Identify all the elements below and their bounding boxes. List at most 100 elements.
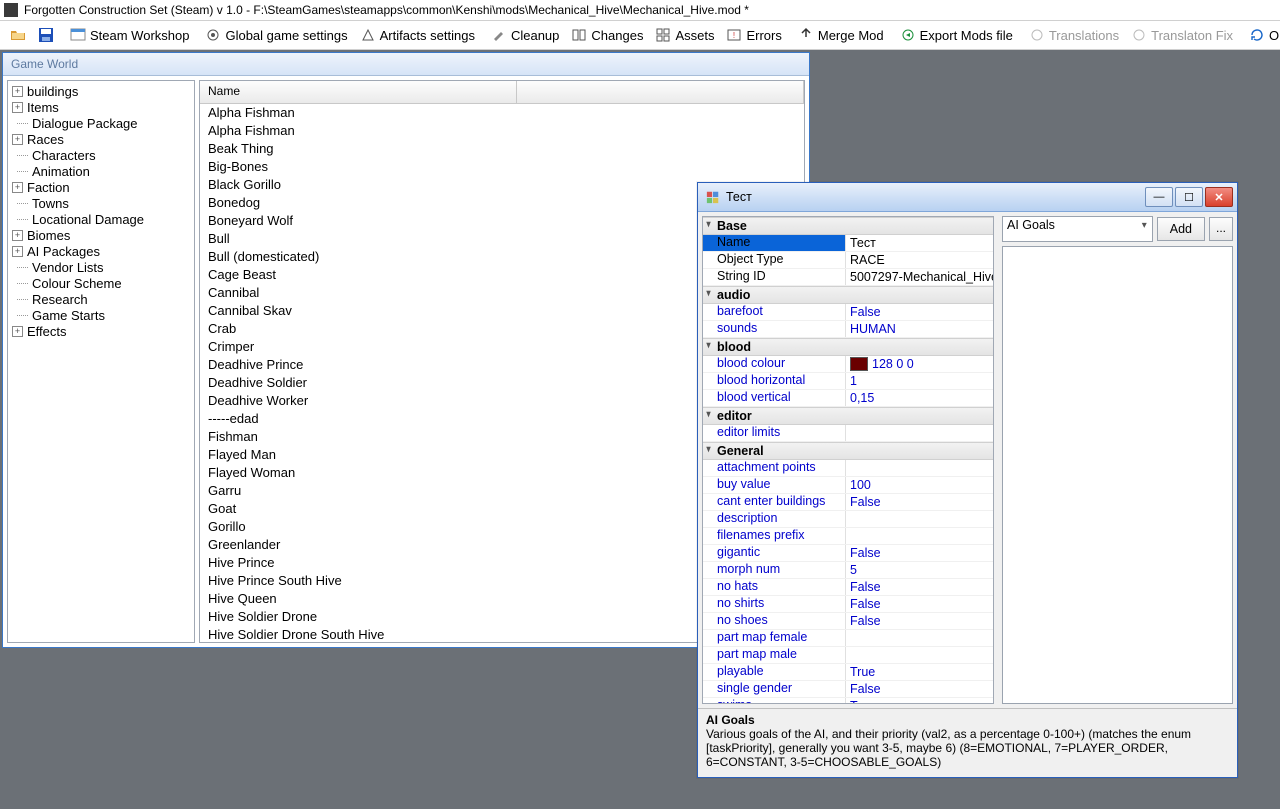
merge-mod-button[interactable]: Merge Mod — [792, 21, 890, 49]
tree-item[interactable]: +Items — [8, 99, 194, 115]
expand-icon[interactable]: + — [12, 230, 23, 241]
property-value[interactable]: HUMAN — [846, 321, 993, 337]
property-grid[interactable]: BaseNameТестObject TypeRACEString ID5007… — [702, 216, 994, 704]
property-row[interactable]: cant enter buildingsFalse — [703, 494, 993, 511]
property-value[interactable]: True — [846, 664, 993, 680]
expand-icon[interactable]: + — [12, 182, 23, 193]
tree-item[interactable]: Dialogue Package — [8, 115, 194, 131]
maximize-button[interactable]: ☐ — [1175, 187, 1203, 207]
steam-workshop-button[interactable]: Steam Workshop — [64, 21, 195, 49]
tree-item[interactable]: Game Starts — [8, 307, 194, 323]
property-row[interactable]: soundsHUMAN — [703, 321, 993, 338]
add-reference-button[interactable]: Add — [1157, 217, 1205, 241]
property-value[interactable]: False — [846, 579, 993, 595]
property-value[interactable] — [846, 425, 993, 441]
property-value[interactable]: False — [846, 545, 993, 561]
property-row[interactable]: attachment points — [703, 460, 993, 477]
tree-item[interactable]: +Biomes — [8, 227, 194, 243]
property-value[interactable]: 5007297-Mechanical_Hive.mod — [846, 269, 993, 285]
property-value[interactable]: 0,15 — [846, 390, 993, 406]
expand-icon[interactable]: + — [12, 86, 23, 97]
translation-fix-button[interactable]: Translaton Fix — [1125, 21, 1239, 49]
property-row[interactable]: no shirtsFalse — [703, 596, 993, 613]
property-row[interactable]: morph num5 — [703, 562, 993, 579]
category-tree[interactable]: +buildings+ItemsDialogue Package+RacesCh… — [7, 80, 195, 643]
export-mods-button[interactable]: Export Mods file — [894, 21, 1019, 49]
game-world-titlebar[interactable]: Game World — [3, 53, 809, 76]
tree-item[interactable]: Vendor Lists — [8, 259, 194, 275]
property-value[interactable]: False — [846, 494, 993, 510]
expand-icon[interactable]: + — [12, 246, 23, 257]
cleanup-button[interactable]: Cleanup — [485, 21, 565, 49]
property-value[interactable] — [846, 460, 993, 476]
property-row[interactable]: Object TypeRACE — [703, 252, 993, 269]
reference-list[interactable] — [1002, 246, 1233, 704]
property-row[interactable]: playableTrue — [703, 664, 993, 681]
property-value[interactable] — [846, 647, 993, 663]
property-category[interactable]: blood — [703, 338, 993, 356]
tree-item[interactable]: Research — [8, 291, 194, 307]
tree-item[interactable]: +Faction — [8, 179, 194, 195]
property-row[interactable]: barefootFalse — [703, 304, 993, 321]
expand-icon[interactable]: + — [12, 326, 23, 337]
tree-item[interactable]: Characters — [8, 147, 194, 163]
more-references-button[interactable]: ... — [1209, 217, 1233, 241]
tree-item[interactable]: +Races — [8, 131, 194, 147]
property-row[interactable]: filenames prefix — [703, 528, 993, 545]
property-row[interactable]: no shoesFalse — [703, 613, 993, 630]
tree-item[interactable]: +AI Packages — [8, 243, 194, 259]
errors-button[interactable]: ! Errors — [720, 21, 787, 49]
property-row[interactable]: blood horizontal1 — [703, 373, 993, 390]
column-name[interactable]: Name — [200, 81, 517, 103]
expand-icon[interactable]: + — [12, 134, 23, 145]
tree-item[interactable]: Locational Damage — [8, 211, 194, 227]
tree-item[interactable]: Animation — [8, 163, 194, 179]
global-settings-button[interactable]: Global game settings — [199, 21, 353, 49]
property-value[interactable] — [846, 511, 993, 527]
property-row[interactable]: String ID5007297-Mechanical_Hive.mod — [703, 269, 993, 286]
list-item[interactable]: Alpha Fishman — [200, 122, 804, 140]
property-row[interactable]: description — [703, 511, 993, 528]
property-category[interactable]: audio — [703, 286, 993, 304]
assets-button[interactable]: Assets — [649, 21, 720, 49]
property-row[interactable]: blood colour128 0 0 — [703, 356, 993, 373]
reference-type-select[interactable]: AI Goals — [1002, 216, 1153, 242]
property-row[interactable]: single genderFalse — [703, 681, 993, 698]
open-button[interactable] — [4, 21, 32, 49]
list-item[interactable]: Big-Bones — [200, 158, 804, 176]
list-item[interactable]: Alpha Fishman — [200, 104, 804, 122]
open-any-button[interactable]: Open any — [1243, 21, 1280, 49]
property-row[interactable]: swimsTrue — [703, 698, 993, 704]
save-button[interactable] — [32, 21, 60, 49]
property-row[interactable]: blood vertical0,15 — [703, 390, 993, 407]
tree-item[interactable]: +buildings — [8, 83, 194, 99]
property-value[interactable]: 128 0 0 — [846, 356, 993, 372]
property-category[interactable]: General — [703, 442, 993, 460]
property-value[interactable]: Тест — [846, 235, 993, 251]
property-value[interactable]: 5 — [846, 562, 993, 578]
expand-icon[interactable]: + — [12, 102, 23, 113]
property-row[interactable]: editor limits — [703, 425, 993, 442]
property-row[interactable]: buy value100 — [703, 477, 993, 494]
property-row[interactable]: part map female — [703, 630, 993, 647]
property-row[interactable]: giganticFalse — [703, 545, 993, 562]
entity-list-header[interactable]: Name — [200, 81, 804, 104]
property-value[interactable] — [846, 528, 993, 544]
tree-item[interactable]: +Effects — [8, 323, 194, 339]
property-category[interactable]: Base — [703, 217, 993, 235]
dialog-titlebar[interactable]: Тест — ☐ ✕ — [698, 183, 1237, 212]
property-value[interactable] — [846, 630, 993, 646]
list-item[interactable]: Beak Thing — [200, 140, 804, 158]
artifacts-settings-button[interactable]: Artifacts settings — [354, 21, 481, 49]
tree-item[interactable]: Colour Scheme — [8, 275, 194, 291]
property-value[interactable]: 100 — [846, 477, 993, 493]
property-value[interactable]: True — [846, 698, 993, 704]
minimize-button[interactable]: — — [1145, 187, 1173, 207]
property-value[interactable]: 1 — [846, 373, 993, 389]
property-row[interactable]: part map male — [703, 647, 993, 664]
changes-button[interactable]: Changes — [565, 21, 649, 49]
property-value[interactable]: False — [846, 304, 993, 320]
property-row[interactable]: no hatsFalse — [703, 579, 993, 596]
property-category[interactable]: editor — [703, 407, 993, 425]
property-value[interactable]: False — [846, 596, 993, 612]
